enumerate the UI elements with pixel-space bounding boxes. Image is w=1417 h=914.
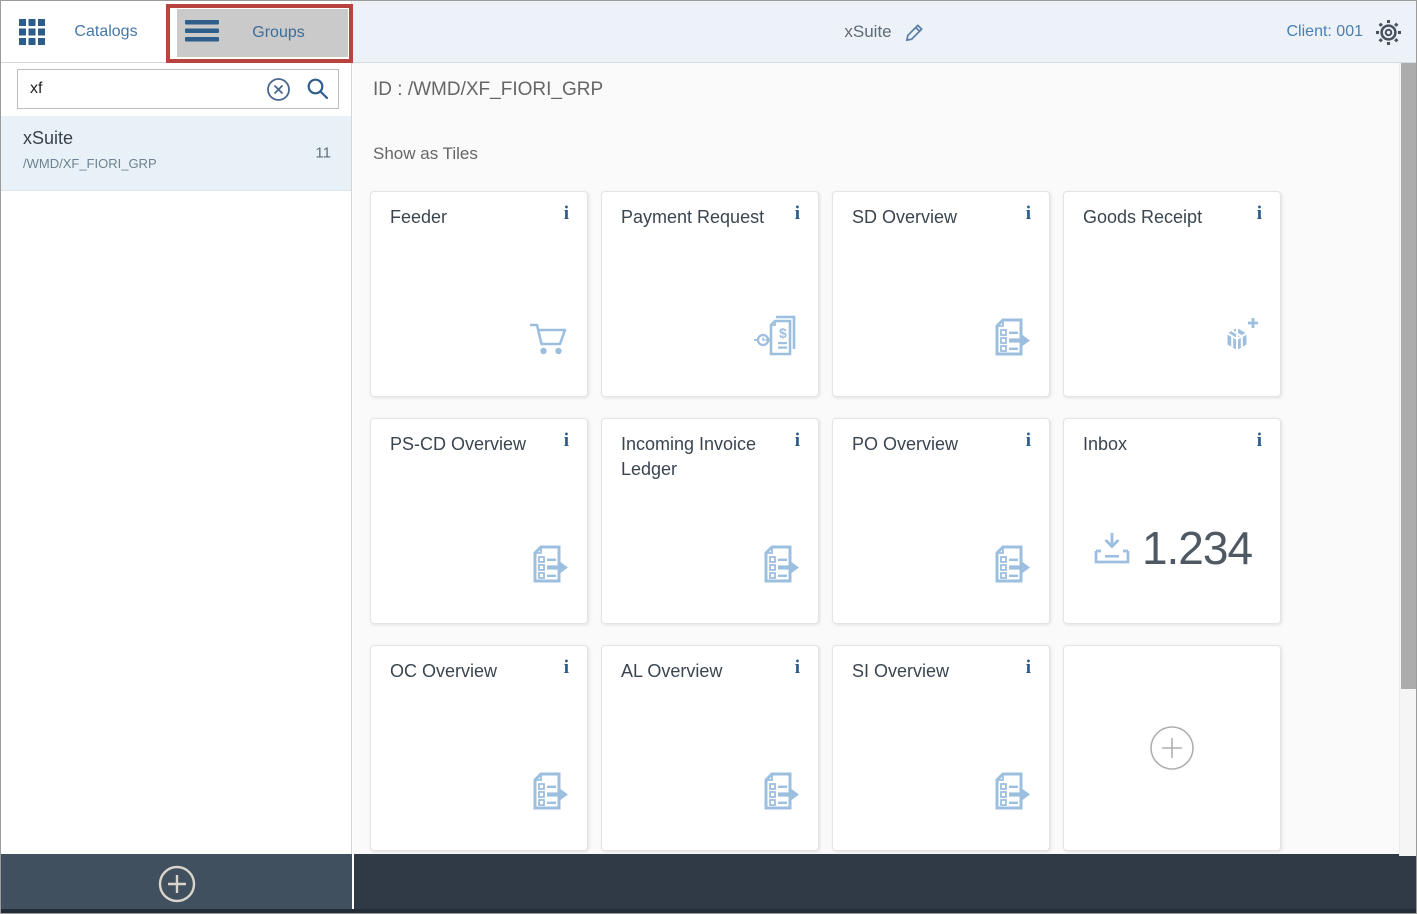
tab-groups[interactable]: Groups — [177, 9, 348, 57]
tile[interactable]: Inbox i 1.234 — [1063, 418, 1281, 624]
search-input[interactable] — [18, 80, 258, 98]
tile[interactable]: OC Overview i — [370, 645, 588, 851]
tile[interactable]: Goods Receipt i — [1063, 191, 1281, 397]
tile-title: Payment Request — [602, 192, 818, 230]
client-label: Client: 001 — [1287, 23, 1364, 41]
tile-kpi: 1.234 — [1064, 521, 1280, 575]
group-list-item-selected[interactable]: xSuite /WMD/XF_FIORI_GRP 11 — [1, 116, 351, 191]
group-item-id: /WMD/XF_FIORI_GRP — [23, 156, 331, 171]
tile[interactable]: Payment Request i $ — [601, 191, 819, 397]
inbox-icon — [1092, 528, 1132, 568]
info-icon[interactable]: i — [564, 658, 569, 677]
tab-catalogs[interactable]: Catalogs — [45, 1, 167, 63]
info-icon[interactable]: i — [795, 658, 800, 677]
payment-request-icon: $ — [754, 314, 800, 358]
sidebar-header: Catalogs Groups — [1, 1, 352, 63]
info-icon[interactable]: i — [1026, 204, 1031, 223]
add-tile-button[interactable] — [1063, 645, 1281, 851]
tile-title: PO Overview — [833, 419, 1049, 457]
scrollbar-thumb[interactable] — [1401, 63, 1416, 689]
search-icon[interactable] — [298, 70, 338, 108]
sidebar: xSuite /WMD/XF_FIORI_GRP 11 — [1, 63, 352, 856]
tile-title: Goods Receipt — [1064, 192, 1280, 230]
group-list: xSuite /WMD/XF_FIORI_GRP 11 — [1, 116, 351, 191]
footer-main-section — [354, 854, 1416, 913]
info-icon[interactable]: i — [795, 204, 800, 223]
document-arrow-icon — [758, 543, 800, 585]
tile[interactable]: SI Overview i — [832, 645, 1050, 851]
group-id-heading: ID : /WMD/XF_FIORI_GRP — [373, 79, 603, 101]
hamburger-icon — [185, 20, 219, 47]
groups-label: Groups — [219, 24, 348, 42]
tile-title: PS-CD Overview — [371, 419, 587, 457]
tile-title: Incoming Invoice Ledger — [602, 419, 818, 482]
tile-grid: Feeder i Payment Request i $ — [370, 191, 1281, 851]
clear-search-icon[interactable] — [258, 70, 298, 108]
tile[interactable]: Incoming Invoice Ledger i — [601, 418, 819, 624]
tile[interactable]: PO Overview i — [832, 418, 1050, 624]
footer-bar — [1, 854, 1416, 913]
info-icon[interactable]: i — [795, 431, 800, 450]
add-group-button[interactable] — [157, 864, 197, 904]
tile-title: AL Overview — [602, 646, 818, 684]
show-as-tiles-label: Show as Tiles — [373, 144, 478, 164]
document-arrow-icon — [527, 770, 569, 812]
cart-icon — [527, 320, 569, 358]
tile-title: OC Overview — [371, 646, 587, 684]
main-content: ID : /WMD/XF_FIORI_GRP Show as Tiles Fee… — [353, 63, 1399, 856]
document-arrow-icon — [527, 543, 569, 585]
info-icon[interactable]: i — [1257, 204, 1262, 223]
edit-pencil-icon[interactable] — [904, 22, 925, 43]
document-arrow-icon — [989, 770, 1031, 812]
settings-gear-icon[interactable] — [1373, 17, 1404, 48]
tile[interactable]: AL Overview i — [601, 645, 819, 851]
grid-icon[interactable] — [19, 19, 45, 50]
document-arrow-icon — [989, 316, 1031, 358]
launchpad-designer-window: Catalogs Groups xSuite — [0, 0, 1417, 914]
svg-text:$: $ — [779, 325, 787, 341]
document-arrow-icon — [989, 543, 1031, 585]
info-icon[interactable]: i — [1026, 658, 1031, 677]
info-icon[interactable]: i — [1026, 431, 1031, 450]
info-icon[interactable]: i — [564, 204, 569, 223]
vertical-scrollbar[interactable] — [1399, 63, 1416, 856]
group-item-title: xSuite — [23, 128, 331, 149]
tile-title: Inbox — [1064, 419, 1280, 457]
search-box — [17, 69, 339, 109]
main-header: xSuite Client: 001 — [353, 1, 1416, 63]
info-icon[interactable]: i — [564, 431, 569, 450]
catalogs-label: Catalogs — [74, 23, 137, 41]
tile[interactable]: PS-CD Overview i — [370, 418, 588, 624]
tile[interactable]: SD Overview i — [832, 191, 1050, 397]
cube-plus-icon — [1216, 312, 1262, 358]
kpi-value: 1.234 — [1142, 521, 1252, 575]
footer-sidebar-section — [1, 854, 352, 913]
tile-title: Feeder — [371, 192, 587, 230]
tile-title: SD Overview — [833, 192, 1049, 230]
tile-title: SI Overview — [833, 646, 1049, 684]
window-bottom-edge — [1, 909, 1416, 913]
document-arrow-icon — [758, 770, 800, 812]
group-item-count: 11 — [315, 145, 331, 162]
add-circle-icon — [1149, 725, 1195, 771]
info-icon[interactable]: i — [1257, 431, 1262, 450]
group-title: xSuite — [844, 22, 891, 42]
tile[interactable]: Feeder i — [370, 191, 588, 397]
